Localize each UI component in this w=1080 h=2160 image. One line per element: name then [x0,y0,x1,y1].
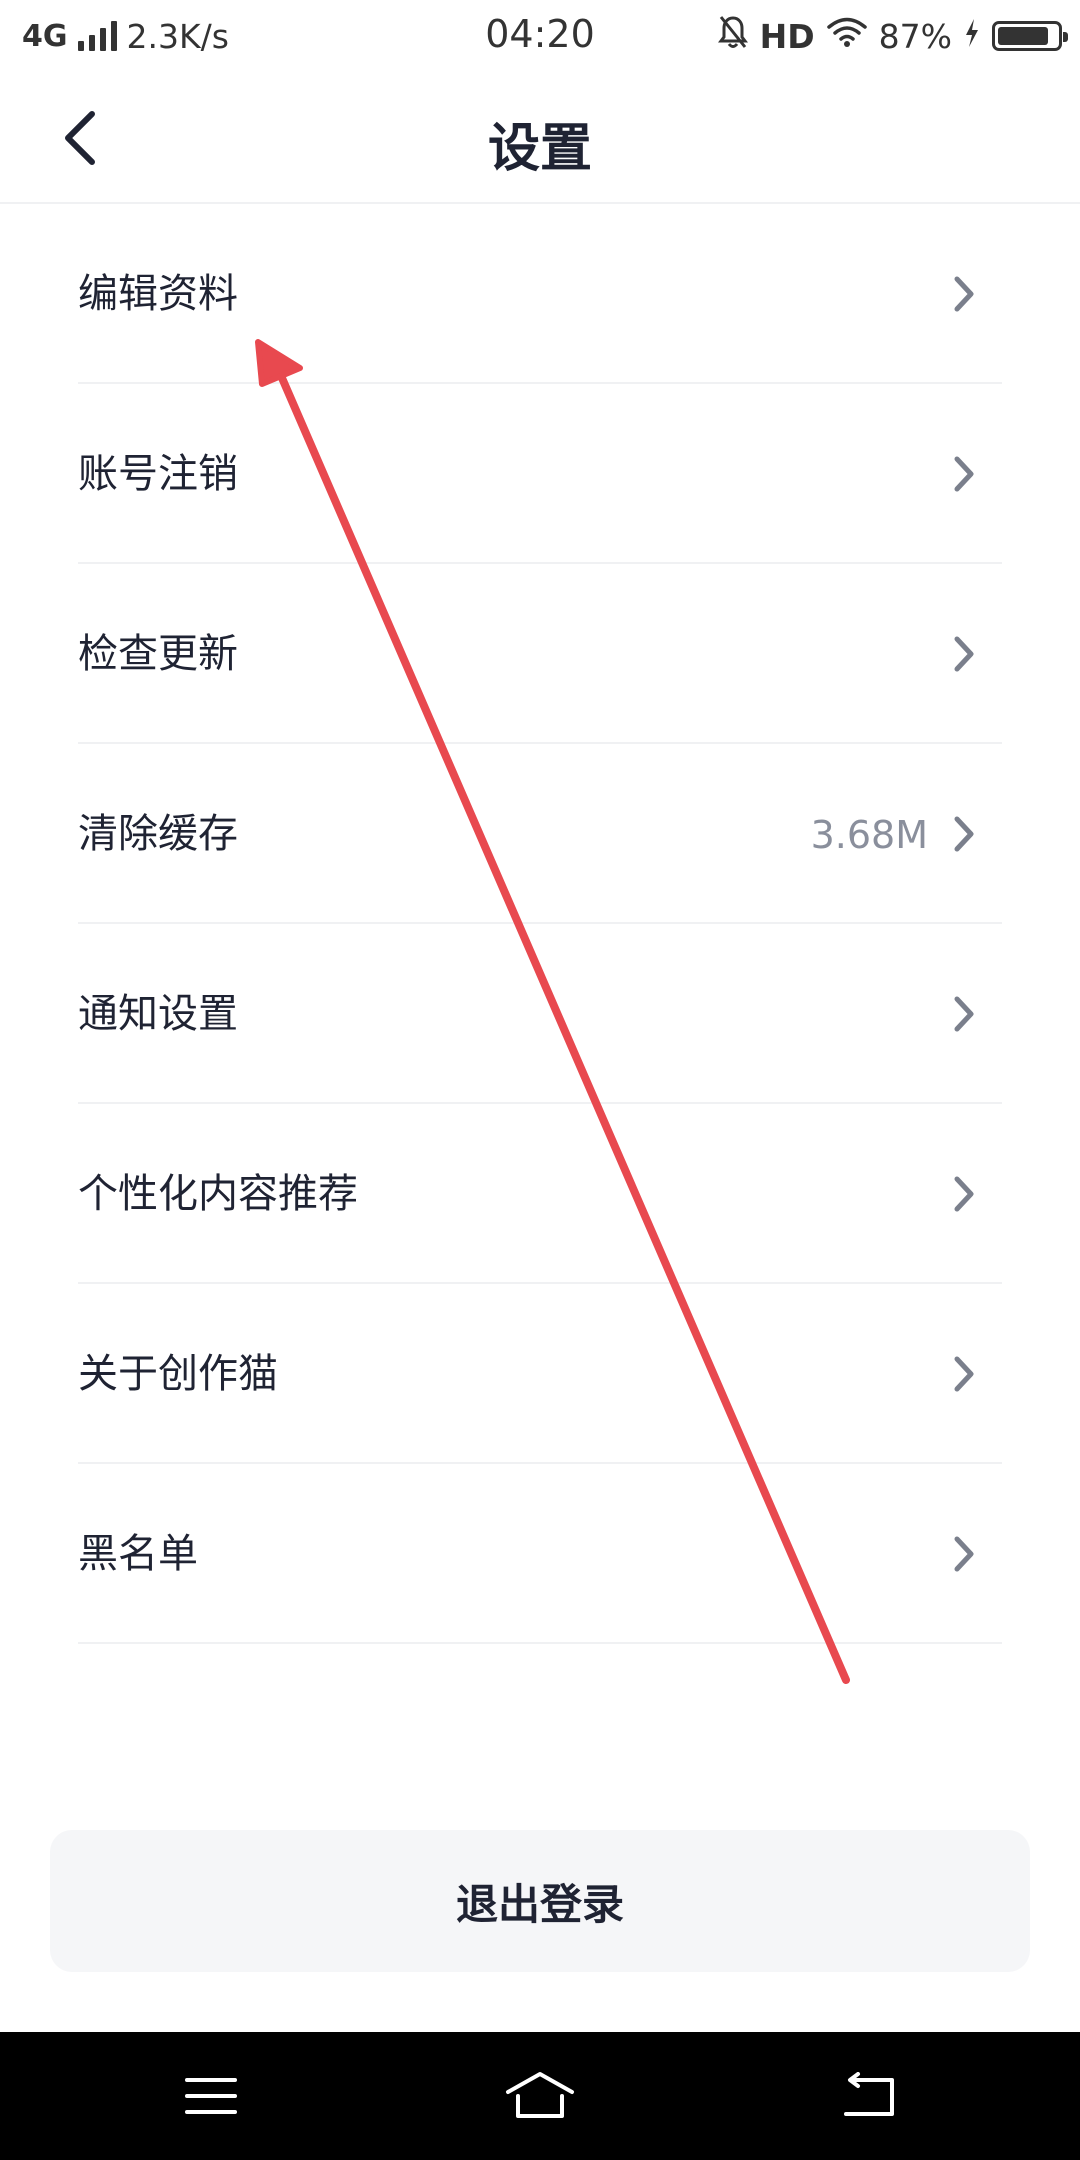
chevron-right-icon [944,272,984,316]
wifi-icon [826,16,867,56]
settings-item-label: 账号注销 [78,451,238,497]
charging-icon [964,17,980,56]
status-right: HD 87% [717,14,1068,58]
home-button[interactable] [490,2056,590,2136]
battery-tip [1063,32,1068,42]
settings-item-personalized-recommendations[interactable]: 个性化内容推荐 [78,1104,1002,1284]
chevron-right-icon [944,632,984,676]
hd-indicator: HD [759,16,815,56]
chevron-right-icon [944,1532,984,1576]
chevron-right-icon [944,812,984,856]
home-icon [506,2072,574,2118]
chevron-right-icon [944,452,984,496]
chevron-right-icon [944,992,984,1036]
back-nav-button[interactable] [818,2056,918,2136]
settings-item-label: 黑名单 [78,1531,198,1577]
settings-item-about[interactable]: 关于创作猫 [78,1284,1002,1464]
system-nav-bar [0,2032,1080,2160]
chevron-right-icon [944,1352,984,1396]
battery-icon [992,21,1068,51]
menu-button[interactable] [161,2056,261,2136]
settings-item-blacklist[interactable]: 黑名单 [78,1464,1002,1644]
back-icon [844,2072,894,2116]
cache-size-value: 3.68M [810,813,928,857]
settings-item-label: 编辑资料 [78,271,238,317]
settings-item-label: 通知设置 [78,991,238,1037]
menu-icon [185,2078,237,2114]
header: 设置 [0,72,1080,204]
battery-fill [998,27,1048,45]
bell-muted-icon [717,14,748,58]
page-title: 设置 [487,119,592,179]
settings-item-label: 个性化内容推荐 [78,1171,358,1217]
settings-item-delete-account[interactable]: 账号注销 [78,384,1002,564]
battery-percent: 87% [878,16,952,56]
logout-button[interactable]: 退出登录 [50,1830,1030,1972]
settings-item-label: 清除缓存 [78,811,238,857]
settings-item-clear-cache[interactable]: 清除缓存 3.68M [78,744,1002,924]
settings-list: 编辑资料 账号注销 检查更新 清除缓存 3.68M 通知设置 个性化内容推荐 关… [78,204,1002,1644]
settings-item-label: 关于创作猫 [78,1351,278,1397]
settings-item-notifications[interactable]: 通知设置 [78,924,1002,1104]
settings-item-edit-profile[interactable]: 编辑资料 [78,204,1002,384]
settings-item-label: 检查更新 [78,631,238,677]
status-bar: 4G 2.3K/s 04:20 HD 87% [0,0,1080,72]
settings-item-check-update[interactable]: 检查更新 [78,564,1002,744]
chevron-right-icon [944,1172,984,1216]
logout-label: 退出登录 [455,1879,624,1929]
